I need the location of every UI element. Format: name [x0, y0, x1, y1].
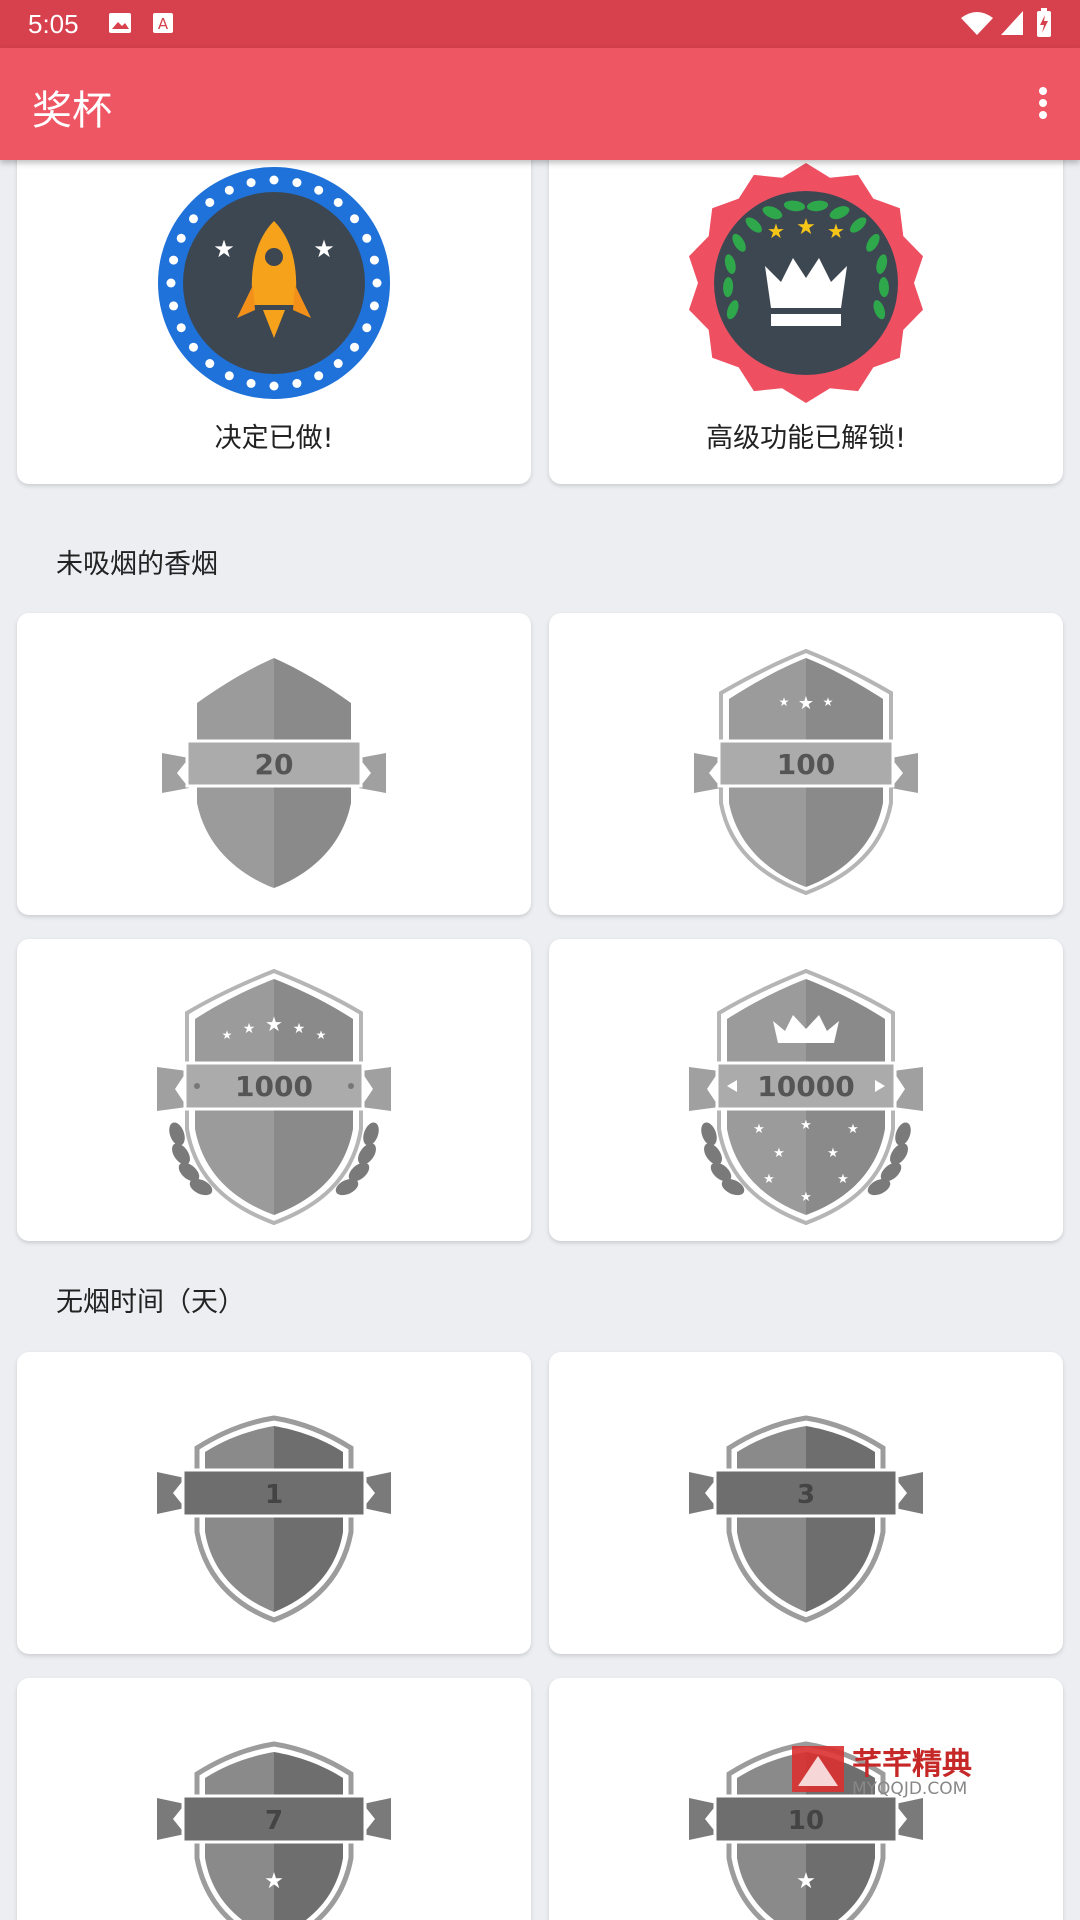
svg-text:★: ★ [763, 1172, 775, 1187]
svg-text:★: ★ [293, 1021, 306, 1037]
shield-crown-badge-icon: 10000 ★ ★ ★ ★ ★ ★ ★ ★ [689, 968, 923, 1226]
svg-text:★: ★ [827, 219, 845, 243]
badge-card-3-days[interactable]: 3 [549, 1352, 1063, 1654]
battery-icon [1036, 8, 1052, 42]
svg-text:★: ★ [779, 695, 790, 709]
award-label: 高级功能已解锁! [706, 423, 906, 454]
badge-card-10000[interactable]: 10000 ★ ★ ★ ★ ★ ★ ★ ★ [549, 939, 1063, 1241]
award-card-premium-unlocked[interactable]: ★ ★ ★ 高级功能已解锁! [549, 160, 1063, 484]
shield-badge-icon: 20 [162, 658, 386, 888]
shield-badge-icon: 3 [689, 1415, 923, 1623]
svg-text:★: ★ [313, 235, 335, 263]
badge-value: 1000 [235, 1070, 313, 1103]
shield-star-badge-icon: 7 ★ [157, 1741, 391, 1920]
svg-text:★: ★ [773, 1146, 785, 1161]
svg-text:★: ★ [222, 1028, 233, 1042]
svg-text:★: ★ [265, 1012, 283, 1036]
wifi-icon [960, 10, 994, 40]
award-card-decision-made[interactable]: ★ ★ 决定已做! [17, 160, 531, 484]
watermark-url: MYQQJD.COM [852, 1779, 967, 1798]
svg-text:★: ★ [823, 695, 834, 709]
badge-value: 10000 [757, 1070, 854, 1103]
svg-text:★: ★ [796, 215, 816, 240]
svg-text:★: ★ [767, 219, 785, 243]
svg-text:★: ★ [837, 1172, 849, 1187]
shield-badge-icon: 1 [157, 1415, 391, 1623]
trophy-list[interactable]: ★ ★ 决定已做! ★ ★ ★ 高级功能已解锁! 未吸烟的香烟 20 ★ ★ ★… [0, 160, 1080, 1920]
watermark-name: 芊芊精典 [852, 1747, 972, 1782]
section-title-cigarettes: 未吸烟的香烟 [56, 549, 218, 580]
svg-text:A: A [158, 15, 169, 33]
svg-text:★: ★ [800, 1190, 812, 1205]
badge-value: 20 [255, 748, 294, 781]
text-app-icon: A [152, 12, 174, 38]
badge-value: 1 [265, 1480, 283, 1510]
section-title-smoke-free-days: 无烟时间（天） [56, 1287, 245, 1318]
app-bar: 奖杯 [0, 48, 1080, 160]
svg-text:★: ★ [798, 693, 814, 714]
svg-text:★: ★ [264, 1869, 284, 1894]
svg-text:★: ★ [796, 1869, 816, 1894]
watermark-logo: 芊芊精典 MYQQJD.COM [790, 1742, 1010, 1802]
svg-text:★: ★ [847, 1122, 859, 1137]
badge-card-100[interactable]: ★ ★ ★ 100 [549, 613, 1063, 915]
badge-value: 7 [265, 1806, 283, 1836]
svg-text:★: ★ [800, 1118, 812, 1133]
shield-badge-icon: ★ ★ ★ 100 [694, 648, 918, 896]
badge-card-7-days[interactable]: 7 ★ [17, 1678, 531, 1920]
image-icon [108, 12, 132, 38]
badge-card-1-day[interactable]: 1 [17, 1352, 531, 1654]
badge-card-20[interactable]: 20 [17, 613, 531, 915]
status-time: 5:05 [28, 9, 79, 39]
overflow-menu-icon[interactable] [1028, 84, 1058, 124]
svg-text:★: ★ [753, 1122, 765, 1137]
badge-card-1000[interactable]: ★ ★ ★ ★ ★ 1000 [17, 939, 531, 1241]
shield-laurel-badge-icon: ★ ★ ★ ★ ★ 1000 [157, 968, 391, 1226]
signal-icon [1000, 10, 1024, 40]
badge-value: 100 [777, 748, 835, 781]
svg-text:★: ★ [827, 1146, 839, 1161]
svg-text:★: ★ [243, 1021, 256, 1037]
award-label: 决定已做! [214, 423, 334, 454]
status-bar: 5:05 A [0, 0, 1080, 48]
page-title: 奖杯 [32, 88, 112, 134]
svg-text:★: ★ [316, 1028, 327, 1042]
badge-value: 10 [788, 1806, 824, 1836]
svg-text:★: ★ [213, 235, 235, 263]
badge-value: 3 [797, 1480, 815, 1510]
